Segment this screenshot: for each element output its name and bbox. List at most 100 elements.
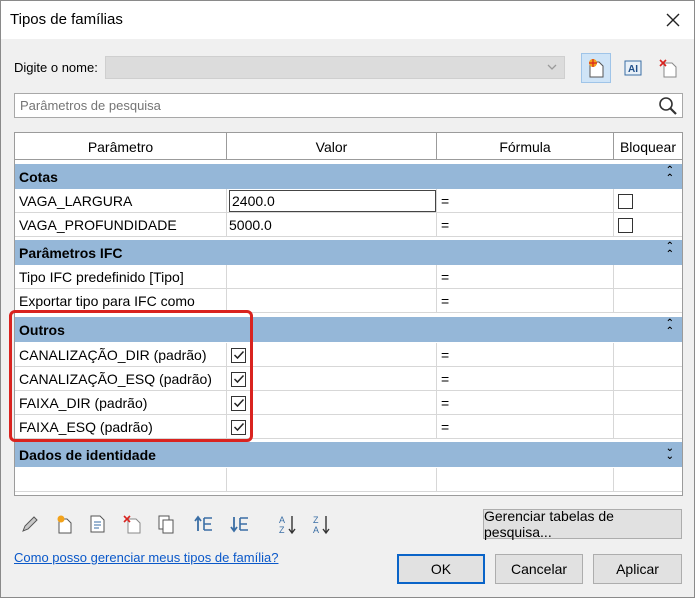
param-formula[interactable]: = [437,189,614,213]
move-down-icon [230,517,248,533]
group-header-ifc[interactable]: Parâmetros IFC ⌃ ⌃ [15,240,682,265]
param-value-editor[interactable]: 2400.0 [229,190,436,212]
param-name: Tipo IFC predefinido [Tipo] [15,265,227,289]
collapse-icon[interactable]: ⌃ ⌃ [666,166,674,184]
param-value-checkbox[interactable] [231,395,246,411]
lock-cell [614,415,682,439]
column-header-value[interactable]: Valor [227,133,437,160]
svg-text:A: A [279,515,285,525]
manage-lookup-tables-button[interactable]: Gerenciar tabelas de pesquisa... [483,508,682,540]
table-row[interactable]: Exportar tipo para IFC como = [15,289,682,313]
param-name: CANALIZAÇÃO_ESQ (padrão) [15,367,227,391]
table-row[interactable]: CANALIZAÇÃO_DIR (padrão) = [15,343,682,367]
svg-text:Z: Z [313,515,319,525]
new-type-icon [589,59,604,78]
apply-button[interactable]: Aplicar [593,554,682,584]
ok-button[interactable]: OK [397,554,485,584]
param-value[interactable]: 5000.0 [227,213,437,237]
close-icon [666,13,680,27]
delete-parameter-icon [123,515,141,534]
name-label: Digite o nome: [14,60,98,75]
param-name: Exportar tipo para IFC como [15,289,227,313]
delete-type-button[interactable] [653,53,683,83]
sort-descending-icon: Z A [313,515,330,535]
table-row[interactable]: VAGA_LARGURA 2400.0 = [15,189,682,213]
group-header-identity[interactable]: Dados de identidade ⌄ ⌄ [15,442,682,467]
param-formula[interactable]: = [437,213,614,237]
param-formula[interactable]: = [437,265,614,289]
parameter-search-box[interactable] [14,93,683,118]
group-header-outros[interactable]: Outros ⌃ ⌃ [15,317,682,342]
close-button[interactable] [660,7,686,33]
param-formula[interactable]: = [437,415,614,439]
lock-checkbox[interactable] [618,193,633,209]
move-up-button[interactable] [191,511,217,537]
collapse-icon[interactable]: ⌃ ⌃ [666,242,674,260]
help-link[interactable]: Como posso gerenciar meus tipos de famíl… [14,550,278,565]
expand-icon[interactable]: ⌄ ⌄ [666,444,674,462]
table-row[interactable]: CANALIZAÇÃO_ESQ (padrão) = [15,367,682,391]
sort-ascending-icon: A Z [279,515,296,535]
svg-text:A: A [313,525,319,535]
collapse-icon[interactable]: ⌃ ⌃ [666,319,674,337]
column-header-lock[interactable]: Bloquear [614,133,682,160]
delete-type-icon [659,59,677,78]
empty-cell [15,468,227,492]
lock-cell [614,213,682,237]
param-value[interactable] [227,265,437,289]
lock-cell [614,189,682,213]
param-name: VAGA_LARGURA [15,189,227,213]
param-formula[interactable]: = [437,289,614,313]
param-value[interactable] [227,289,437,313]
move-down-button[interactable] [227,511,253,537]
param-formula[interactable]: = [437,367,614,391]
type-name-combobox[interactable] [105,56,565,79]
delete-parameter-button[interactable] [119,511,145,537]
group-label: Outros [19,322,65,338]
edit-parameter-button[interactable] [17,511,43,537]
param-value-cell [227,391,437,415]
table-row[interactable]: FAIXA_DIR (padrão) = [15,391,682,415]
param-value-cell [227,367,437,391]
column-header-formula[interactable]: Fórmula [437,133,614,160]
sort-ascending-button[interactable]: A Z [275,511,301,537]
table-row[interactable]: FAIXA_ESQ (padrão) = [15,415,682,439]
title-bar: Tipos de famílias [1,1,694,39]
empty-cell [437,468,614,492]
edit-parameter-properties-button[interactable] [85,511,111,537]
param-value-cell[interactable]: 2400.0 [227,189,437,213]
column-header-parameter[interactable]: Parâmetro [15,133,227,160]
empty-cell [614,468,682,492]
parameter-search-input[interactable] [18,96,648,115]
group-label: Dados de identidade [19,447,156,463]
grid-header: Parâmetro Valor Fórmula Bloquear [15,133,682,160]
table-row[interactable]: Tipo IFC predefinido [Tipo] = [15,265,682,289]
param-formula[interactable]: = [437,343,614,367]
lock-cell [614,265,682,289]
lock-cell [614,343,682,367]
lock-checkbox[interactable] [618,217,633,233]
group-header-cotas[interactable]: Cotas ⌃ ⌃ [15,164,682,189]
param-value-checkbox[interactable] [231,347,246,363]
rename-type-button[interactable]: AI [618,53,648,83]
cancel-button[interactable]: Cancelar [495,554,583,584]
new-parameter-button[interactable] [51,511,77,537]
param-name: FAIXA_ESQ (padrão) [15,415,227,439]
table-row[interactable]: VAGA_PROFUNDIDADE 5000.0 = [15,213,682,237]
param-value-checkbox[interactable] [231,419,246,435]
param-value-cell [227,415,437,439]
table-row [15,468,682,492]
group-label: Parâmetros IFC [19,245,123,261]
group-label: Cotas [19,169,58,185]
checkmark-icon [233,422,244,432]
lock-cell [614,289,682,313]
new-type-button[interactable] [581,53,611,83]
chevron-down-icon [547,64,557,70]
checkmark-icon [233,350,244,360]
sort-descending-button[interactable]: Z A [309,511,335,537]
param-formula[interactable]: = [437,391,614,415]
copy-parameter-button[interactable] [153,511,179,537]
param-value-checkbox[interactable] [231,371,246,387]
param-name: VAGA_PROFUNDIDADE [15,213,227,237]
search-icon[interactable] [657,96,679,116]
